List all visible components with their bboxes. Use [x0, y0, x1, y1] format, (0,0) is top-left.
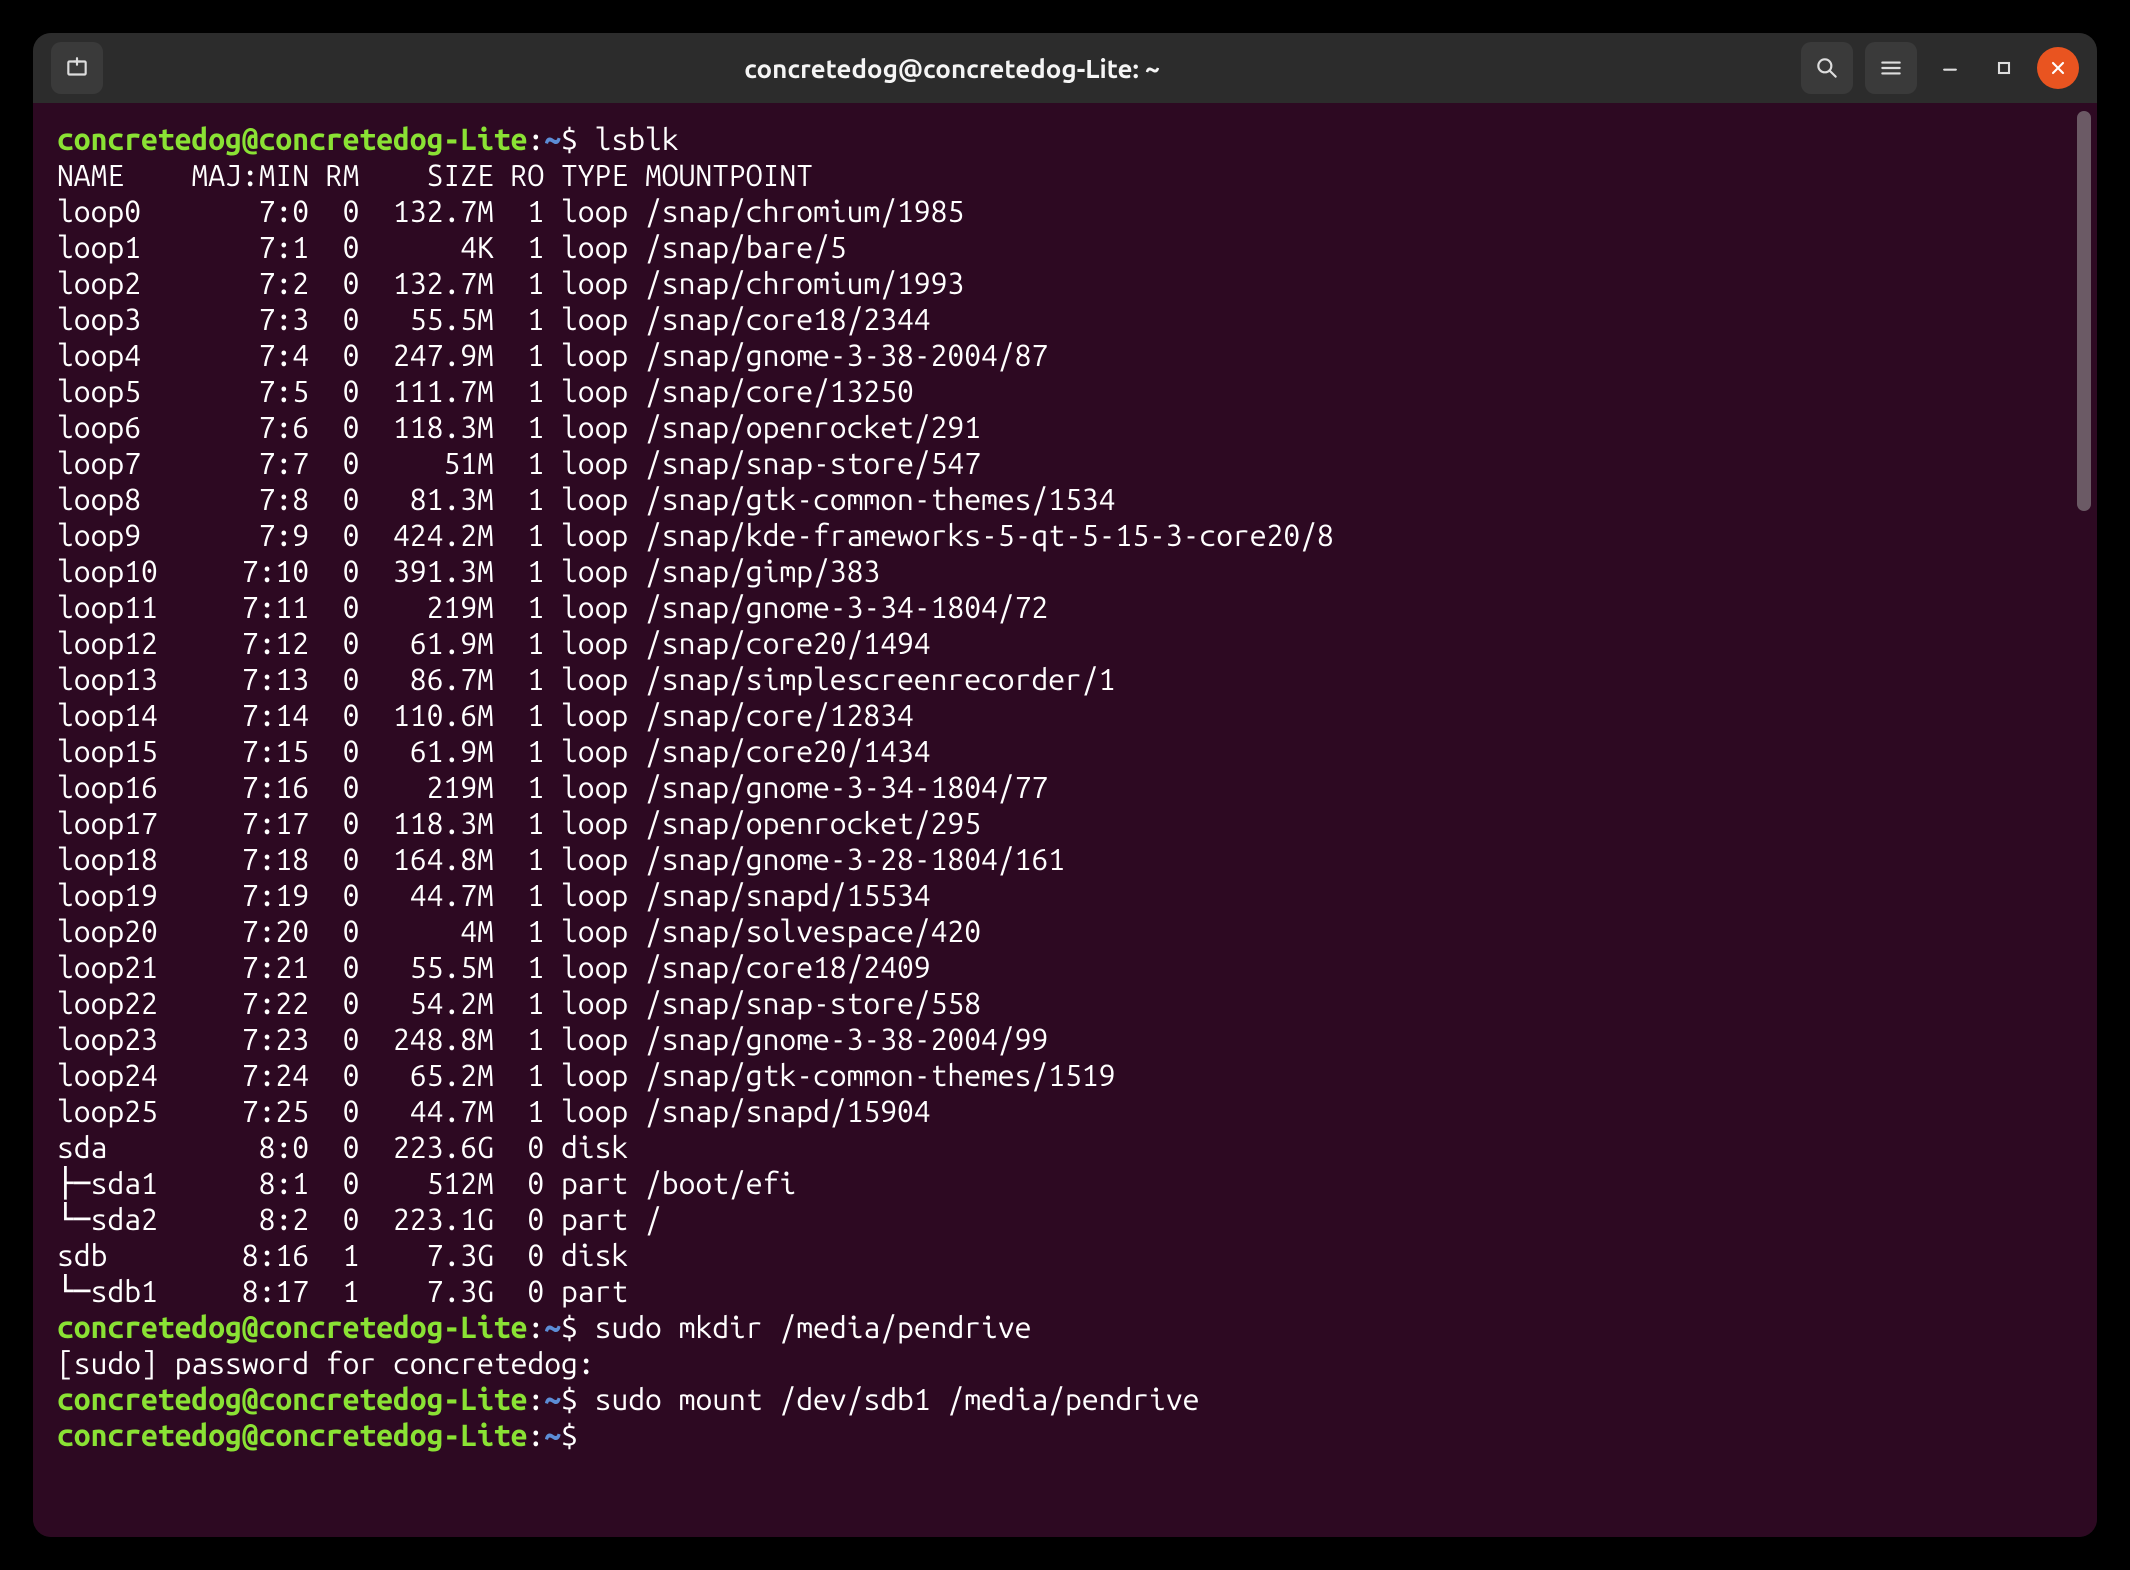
window-title: concretedog@concretedog-Lite: ~: [103, 54, 1801, 83]
close-icon: [2048, 58, 2068, 78]
scrollbar-thumb[interactable]: [2077, 111, 2091, 511]
new-tab-icon: [64, 55, 90, 81]
menu-button[interactable]: [1865, 42, 1917, 94]
search-icon: [1814, 55, 1840, 81]
minimize-icon: [1940, 58, 1960, 78]
titlebar: concretedog@concretedog-Lite: ~: [33, 33, 2097, 103]
terminal-output: concretedog@concretedog-Lite:~$ lsblk NA…: [57, 121, 2073, 1453]
terminal-window: concretedog@concretedog-Lite: ~ concrete…: [33, 33, 2097, 1537]
hamburger-icon: [1878, 55, 1904, 81]
minimize-button[interactable]: [1929, 47, 1971, 89]
maximize-icon: [1994, 58, 2014, 78]
terminal-body[interactable]: concretedog@concretedog-Lite:~$ lsblk NA…: [33, 103, 2097, 1537]
new-tab-button[interactable]: [51, 42, 103, 94]
close-button[interactable]: [2037, 47, 2079, 89]
search-button[interactable]: [1801, 42, 1853, 94]
maximize-button[interactable]: [1983, 47, 2025, 89]
